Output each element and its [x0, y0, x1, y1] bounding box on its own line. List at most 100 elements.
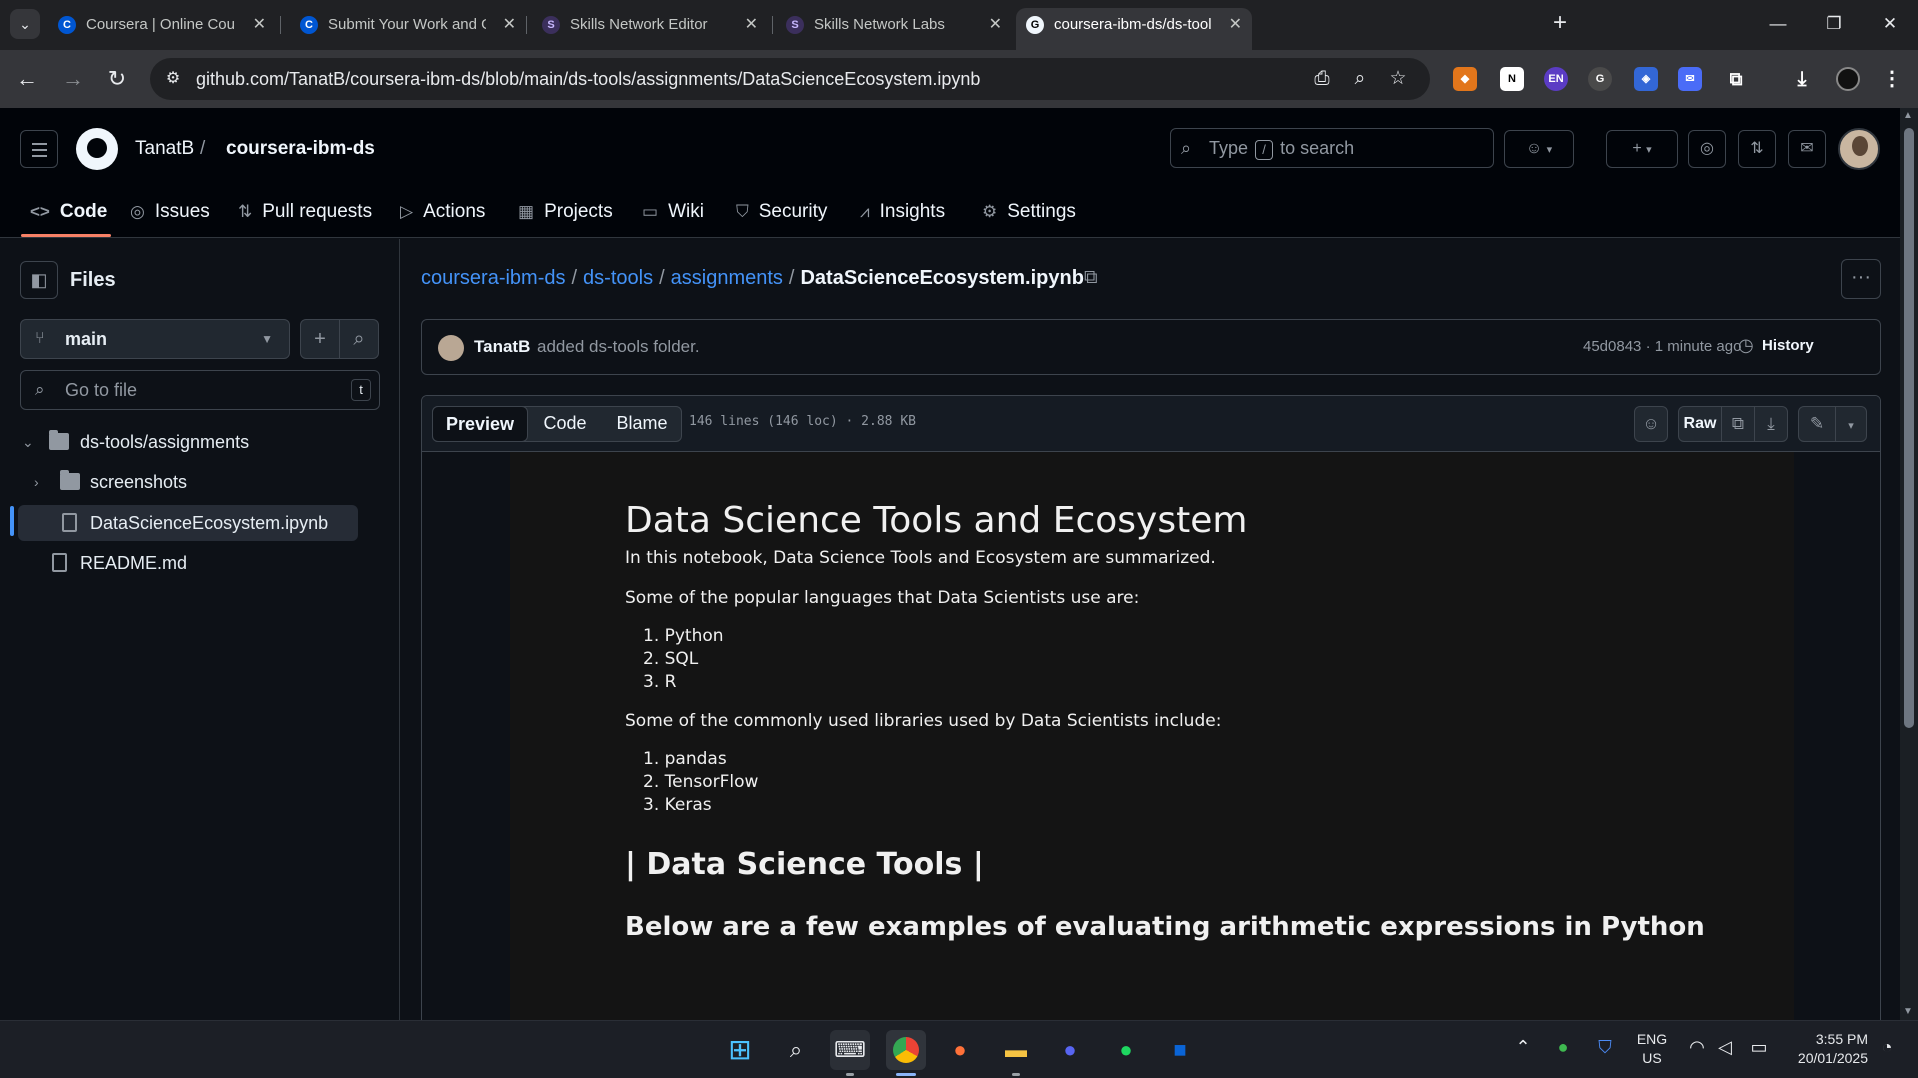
- close-tab-icon[interactable]: ✕: [745, 8, 758, 42]
- notion-extension-icon[interactable]: N: [1500, 67, 1524, 91]
- tab-issues[interactable]: ◎ Issues: [130, 190, 210, 238]
- extensions-puzzle-icon[interactable]: ⧉: [1724, 67, 1748, 91]
- browser-tab[interactable]: C Coursera | Online Courses From ✕: [48, 8, 276, 42]
- clock[interactable]: 3:55 PM 20/01/2025: [1780, 1030, 1868, 1068]
- go-to-file-input[interactable]: ⌕ Go to file t: [20, 370, 380, 410]
- address-bar[interactable]: ⚙ github.com/TanatB/coursera-ibm-ds/blob…: [150, 58, 1430, 100]
- url-text[interactable]: github.com/TanatB/coursera-ibm-ds/blob/m…: [196, 58, 980, 100]
- avatar[interactable]: [438, 335, 464, 361]
- browser-tab-active[interactable]: G coursera-ibm-ds/ds-tools/assig ✕: [1016, 8, 1252, 50]
- commit-message[interactable]: added ds-tools folder.: [537, 337, 700, 357]
- grammarly-extension-icon[interactable]: G: [1588, 67, 1612, 91]
- tab-search-button[interactable]: ⌄: [10, 9, 40, 39]
- tab-security[interactable]: ⛉ Security: [736, 190, 827, 238]
- site-info-icon[interactable]: ⚙: [162, 68, 184, 90]
- close-tab-icon[interactable]: ✕: [253, 8, 266, 42]
- breadcrumb-link[interactable]: ds-tools: [583, 267, 653, 289]
- new-tab-button[interactable]: +: [1544, 8, 1576, 40]
- profile-avatar[interactable]: [1836, 67, 1860, 91]
- inbox-button[interactable]: ✉: [1788, 130, 1826, 168]
- zoom-icon[interactable]: ⌕: [1348, 67, 1372, 91]
- tab-insights[interactable]: ⩘ Insights: [860, 190, 945, 238]
- copilot-button[interactable]: ☺: [1634, 406, 1668, 442]
- preview-tab[interactable]: Preview: [432, 406, 528, 442]
- file-explorer-icon[interactable]: ▬: [996, 1030, 1036, 1070]
- copilot-button[interactable]: ☺ ▾: [1504, 130, 1574, 168]
- forward-icon[interactable]: →: [56, 62, 90, 96]
- tree-file-readme[interactable]: README.md: [10, 545, 360, 581]
- defender-icon[interactable]: ⛉: [1592, 1037, 1618, 1058]
- create-new-button[interactable]: + ▾: [1606, 130, 1678, 168]
- commit-hash-time[interactable]: 45d0843 · 1 minute ago: [1583, 338, 1741, 355]
- tab-pull-requests[interactable]: ⇅ Pull requests: [238, 190, 372, 238]
- more-options-button[interactable]: ···: [1841, 259, 1881, 299]
- blame-tab[interactable]: Blame: [603, 406, 681, 442]
- tab-code[interactable]: <> Code: [30, 190, 107, 238]
- tab-projects[interactable]: ▦ Projects: [518, 190, 613, 238]
- battery-icon[interactable]: ▭: [1746, 1037, 1772, 1058]
- close-window-icon[interactable]: ✕: [1862, 6, 1918, 42]
- spotify-icon[interactable]: ●: [1106, 1030, 1146, 1070]
- code-tab[interactable]: Code: [529, 406, 601, 442]
- restore-icon[interactable]: ❐: [1806, 6, 1862, 42]
- tree-folder-ds-tools-assignments[interactable]: ⌄ ds-tools/assignments: [10, 424, 360, 460]
- tab-settings[interactable]: ⚙ Settings: [982, 190, 1076, 238]
- language-extension-icon[interactable]: EN: [1544, 67, 1568, 91]
- show-hidden-icons-icon[interactable]: ⌃: [1510, 1037, 1536, 1058]
- hamburger-menu-button[interactable]: [20, 130, 58, 168]
- breadcrumb-link[interactable]: coursera-ibm-ds: [421, 267, 565, 289]
- scroll-up-icon[interactable]: ▲: [1903, 110, 1913, 121]
- notification-bell-icon[interactable]: ◔: [1874, 1037, 1900, 1058]
- metamask-extension-icon[interactable]: ◆: [1453, 67, 1477, 91]
- app-tray-icon[interactable]: ●: [1550, 1037, 1576, 1058]
- input-language[interactable]: ENG US: [1632, 1030, 1672, 1068]
- terminal-icon[interactable]: ⌨: [830, 1030, 870, 1070]
- windows-start-icon[interactable]: ⊞: [720, 1030, 760, 1070]
- repo-owner-link[interactable]: TanatB: [135, 138, 194, 160]
- scroll-down-icon[interactable]: ▼: [1903, 1006, 1913, 1017]
- tree-file-datascienceecosystem[interactable]: DataScienceEcosystem.ipynb: [18, 505, 358, 541]
- browser-tab[interactable]: S Skills Network Labs ✕: [776, 8, 1012, 42]
- translate-extension-icon[interactable]: ✉: [1678, 67, 1702, 91]
- security-extension-icon[interactable]: ◈: [1634, 67, 1658, 91]
- commit-author[interactable]: TanatB: [474, 337, 530, 357]
- downloads-icon[interactable]: ⤓: [1790, 67, 1814, 91]
- tree-folder-screenshots[interactable]: › screenshots: [10, 464, 360, 500]
- browser-menu-icon[interactable]: ⋮: [1880, 67, 1904, 91]
- browser-tab[interactable]: S Skills Network Editor ✕: [532, 8, 768, 42]
- install-app-icon[interactable]: ⎙: [1310, 67, 1334, 91]
- browser-tab[interactable]: C Submit Your Work and Grade Yo ✕: [290, 8, 526, 42]
- search-input[interactable]: ⌕ Type / to search: [1170, 128, 1494, 168]
- download-button[interactable]: ⤓: [1754, 406, 1788, 442]
- close-tab-icon[interactable]: ✕: [503, 8, 516, 42]
- tab-actions[interactable]: ▷ Actions: [400, 190, 485, 238]
- firefox-icon[interactable]: ●: [940, 1030, 980, 1070]
- collapse-sidebar-button[interactable]: ◧: [20, 261, 58, 299]
- discord-icon[interactable]: ●: [1050, 1030, 1090, 1070]
- bookmark-star-icon[interactable]: ☆: [1386, 67, 1410, 91]
- branch-selector[interactable]: ⑂ main ▼: [20, 319, 290, 359]
- search-icon[interactable]: ⌕: [776, 1030, 816, 1070]
- repo-name-link[interactable]: coursera-ibm-ds: [226, 138, 375, 160]
- page-scrollbar[interactable]: ▲ ▼: [1900, 108, 1918, 1020]
- add-file-button[interactable]: +: [300, 319, 340, 359]
- copy-path-icon[interactable]: ⧉: [1084, 267, 1108, 291]
- github-logo-icon[interactable]: [76, 128, 118, 170]
- reload-icon[interactable]: ↻: [100, 62, 134, 96]
- close-tab-icon[interactable]: ✕: [989, 8, 1002, 42]
- chrome-icon[interactable]: [886, 1030, 926, 1070]
- edit-button[interactable]: ✎: [1798, 406, 1836, 442]
- minimize-icon[interactable]: —: [1750, 6, 1806, 42]
- breadcrumb-link[interactable]: assignments: [671, 267, 783, 289]
- history-link[interactable]: History: [1762, 337, 1814, 354]
- tab-wiki[interactable]: ▭ Wiki: [642, 190, 704, 238]
- pull-requests-button[interactable]: ⇅: [1738, 130, 1776, 168]
- issues-button[interactable]: ◎: [1688, 130, 1726, 168]
- scrollbar-thumb[interactable]: [1904, 128, 1914, 728]
- wifi-icon[interactable]: ◠: [1684, 1037, 1710, 1058]
- user-avatar[interactable]: [1838, 128, 1880, 170]
- outlook-icon[interactable]: ■: [1160, 1030, 1200, 1070]
- copy-raw-button[interactable]: ⧉: [1721, 406, 1755, 442]
- back-icon[interactable]: ←: [10, 62, 44, 96]
- raw-button[interactable]: Raw: [1678, 406, 1722, 442]
